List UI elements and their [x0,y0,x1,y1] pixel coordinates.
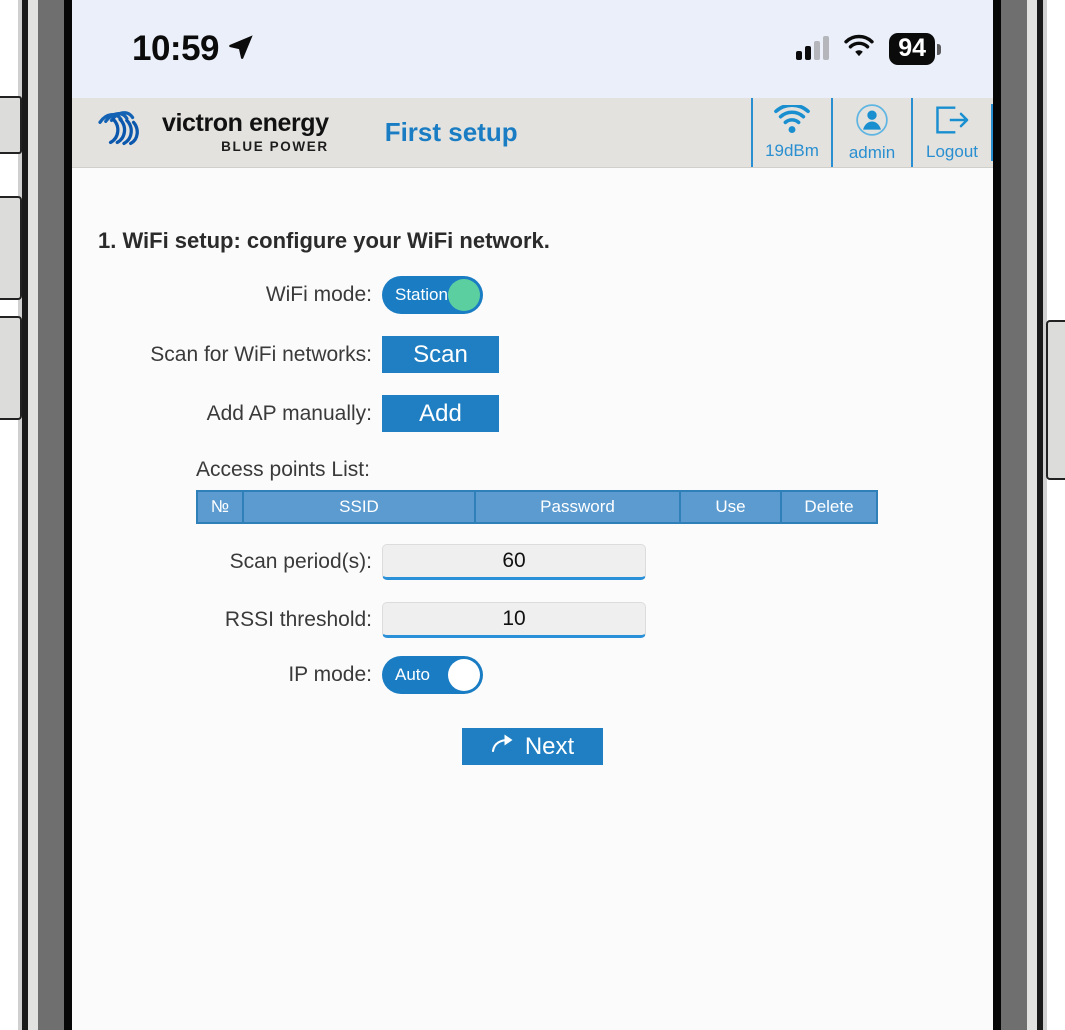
header-tools: 19dBm admin Logout [751,98,993,167]
column-header-number: № [196,490,244,524]
toggle-knob [448,279,480,311]
column-header-use: Use [679,490,782,524]
page-title: First setup [384,117,518,147]
scan-networks-row: Scan for WiFi networks: Scan [72,336,993,373]
victron-logo-text: victron energy BLUE POWER [162,111,329,154]
frame-bezel-left [64,0,72,1030]
rssi-threshold-input[interactable] [382,602,646,638]
access-points-table: № SSID Password Use Delete [196,490,878,524]
scan-button[interactable]: Scan [382,336,499,373]
main-content: 1. WiFi setup: configure your WiFi netwo… [72,168,993,1030]
ap-list-label: Access points List: [196,458,370,481]
add-ap-button[interactable]: Add [382,395,499,432]
scan-networks-label: Scan for WiFi networks: [150,342,372,366]
scan-period-input[interactable] [382,544,646,580]
frame-edge-left-gray [38,0,64,1030]
ip-mode-value: Auto [395,665,430,684]
ios-status-bar: 10:59 94 [72,0,993,98]
ip-mode-toggle[interactable]: Auto [382,656,483,694]
scan-period-label: Scan period(s): [229,550,372,573]
ip-mode-label: IP mode: [288,663,372,686]
curved-arrow-right-icon [491,732,517,761]
header-divider [991,104,993,161]
table-header-row: № SSID Password Use Delete [196,490,878,524]
add-ap-row: Add AP manually: Add [72,395,993,432]
wifi-mode-label: WiFi mode: [265,283,372,306]
status-bar-left: 10:59 [132,29,255,69]
power-button[interactable] [1046,320,1065,480]
rssi-threshold-label: RSSI threshold: [224,608,372,631]
next-row: Next [72,728,993,765]
column-header-password: Password [474,490,681,524]
ip-mode-row: IP mode: Auto [72,656,993,694]
section-title: 1. WiFi setup: configure your WiFi netwo… [98,228,550,253]
wifi-strength-indicator[interactable]: 19dBm [751,98,831,167]
mute-switch-button[interactable] [0,96,22,154]
battery-indicator: 94 [889,33,941,65]
user-account-button[interactable]: admin [831,98,911,167]
location-arrow-icon [227,33,255,66]
frame-edge-right-light [1027,0,1037,1030]
wifi-mode-value: Station [395,285,448,304]
wifi-mode-toggle[interactable]: Station [382,276,483,314]
volume-down-button[interactable] [0,316,22,420]
frame-edge-right-gray [1001,0,1027,1030]
logout-icon [933,104,971,141]
logout-button[interactable]: Logout [911,98,991,167]
column-header-delete: Delete [780,490,878,524]
app-header: victron energy BLUE POWER First setup 19… [72,98,993,168]
toggle-knob [448,659,480,691]
wifi-strength-label: 19dBm [765,140,819,160]
wifi-icon [843,34,875,64]
logout-label: Logout [926,141,978,161]
phone-frame: 10:59 94 victron energy BLUE POWER First… [0,0,1065,1030]
status-bar-right: 94 [796,33,941,65]
volume-up-button[interactable] [0,196,22,300]
frame-edge-right-outer [1043,0,1047,1030]
next-button[interactable]: Next [462,728,603,765]
victron-logo-subtitle: BLUE POWER [221,139,329,155]
cellular-signal-icon [796,36,830,60]
user-icon [855,103,889,142]
wifi-mode-row: WiFi mode: Station [72,276,993,314]
victron-logo-name: victron energy [162,109,329,138]
scan-period-row: Scan period(s): [72,544,993,580]
column-header-ssid: SSID [242,490,476,524]
add-ap-label: Add AP manually: [206,401,372,425]
status-bar-clock: 10:59 [132,29,220,68]
next-button-label: Next [524,732,575,760]
victron-swirl-icon [94,107,152,158]
rssi-threshold-row: RSSI threshold: [72,602,993,638]
victron-logo[interactable]: victron energy BLUE POWER [72,98,329,167]
frame-edge-left-light [28,0,38,1030]
frame-bezel-right [993,0,1001,1030]
wifi-signal-icon [772,102,812,140]
user-account-label: admin [848,142,896,162]
phone-screen: 10:59 94 victron energy BLUE POWER First… [72,0,993,1030]
